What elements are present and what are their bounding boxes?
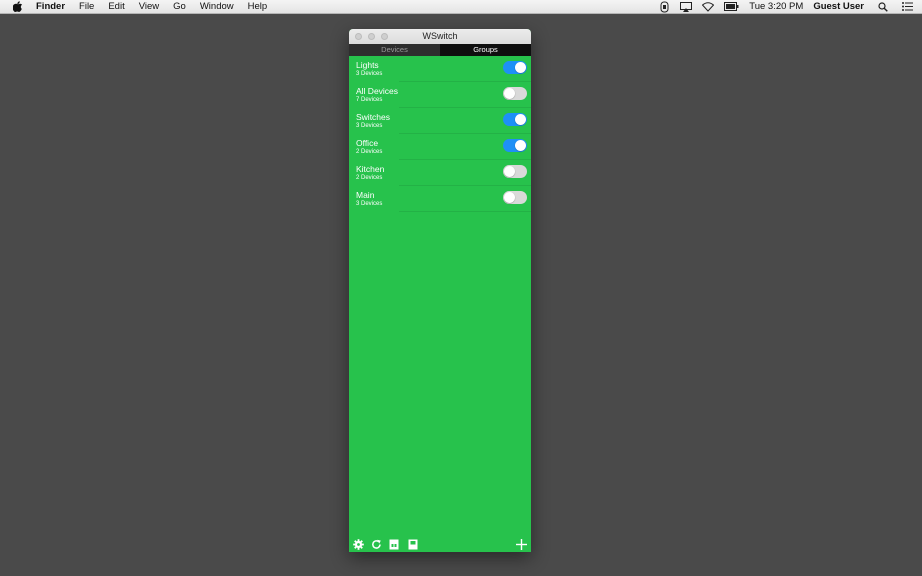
menu-edit[interactable]: Edit bbox=[108, 0, 124, 14]
wswitch-window: WSwitch Devices Groups Lights 3 Devices … bbox=[349, 29, 531, 552]
group-name: Switches bbox=[356, 112, 391, 122]
list-item[interactable]: All Devices 7 Devices bbox=[349, 82, 531, 108]
list-item[interactable]: Office 2 Devices bbox=[349, 134, 531, 160]
group-name: Lights bbox=[356, 60, 379, 70]
group-name: All Devices bbox=[356, 86, 399, 96]
menu-bar: Finder File Edit View Go Window Help Tue… bbox=[0, 0, 922, 14]
group-toggle[interactable] bbox=[503, 113, 527, 126]
refresh-icon[interactable] bbox=[370, 538, 382, 550]
close-button[interactable] bbox=[355, 33, 362, 40]
menu-view[interactable]: View bbox=[139, 0, 159, 14]
window-titlebar[interactable]: WSwitch bbox=[349, 29, 531, 44]
group-name: Office bbox=[356, 138, 379, 148]
device-count: 3 Devices bbox=[356, 201, 383, 207]
window-title: WSwitch bbox=[422, 31, 458, 41]
group-toggle[interactable] bbox=[503, 61, 527, 74]
toggle-knob bbox=[515, 114, 526, 125]
device-alt-icon[interactable] bbox=[407, 538, 419, 550]
toggle-knob bbox=[504, 88, 515, 99]
zoom-button[interactable] bbox=[381, 33, 388, 40]
airplay-icon[interactable] bbox=[679, 0, 693, 14]
bottom-toolbar bbox=[349, 536, 531, 552]
menu-help[interactable]: Help bbox=[248, 0, 268, 14]
tab-devices[interactable]: Devices bbox=[349, 44, 440, 56]
group-toggle[interactable] bbox=[503, 139, 527, 152]
row-separator bbox=[399, 211, 531, 212]
gear-icon[interactable] bbox=[352, 538, 364, 550]
user-menu[interactable]: Guest User bbox=[813, 0, 864, 14]
plus-icon[interactable] bbox=[515, 538, 527, 550]
list-item[interactable]: Main 3 Devices bbox=[349, 186, 531, 212]
battery-icon[interactable] bbox=[723, 0, 739, 14]
device-count: 2 Devices bbox=[356, 149, 383, 155]
list-item[interactable]: Switches 3 Devices bbox=[349, 108, 531, 134]
toggle-knob bbox=[504, 166, 515, 177]
device-icon[interactable] bbox=[388, 538, 400, 550]
clock[interactable]: Tue 3:20 PM bbox=[749, 0, 803, 14]
menu-finder[interactable]: Finder bbox=[36, 0, 65, 14]
group-name: Main bbox=[356, 190, 375, 200]
screen-icon[interactable] bbox=[657, 0, 671, 14]
device-count: 2 Devices bbox=[356, 175, 383, 181]
menu-go[interactable]: Go bbox=[173, 0, 186, 14]
group-toggle[interactable] bbox=[503, 191, 527, 204]
list-item[interactable]: Lights 3 Devices bbox=[349, 56, 531, 82]
toggle-knob bbox=[515, 140, 526, 151]
menu-file[interactable]: File bbox=[79, 0, 94, 14]
group-toggle[interactable] bbox=[503, 87, 527, 100]
tab-groups[interactable]: Groups bbox=[440, 44, 531, 56]
menu-window[interactable]: Window bbox=[200, 0, 234, 14]
device-count: 3 Devices bbox=[356, 71, 383, 77]
wifi-icon[interactable] bbox=[701, 0, 715, 14]
group-list: Lights 3 Devices All Devices 7 Devices S… bbox=[349, 56, 531, 212]
spotlight-icon[interactable] bbox=[876, 0, 890, 14]
group-toggle[interactable] bbox=[503, 165, 527, 178]
group-name: Kitchen bbox=[356, 164, 385, 174]
minimize-button[interactable] bbox=[368, 33, 375, 40]
tab-bar: Devices Groups bbox=[349, 44, 531, 56]
device-count: 3 Devices bbox=[356, 123, 383, 129]
toggle-knob bbox=[504, 192, 515, 203]
apple-icon[interactable] bbox=[12, 0, 24, 14]
list-item[interactable]: Kitchen 2 Devices bbox=[349, 160, 531, 186]
toggle-knob bbox=[515, 62, 526, 73]
device-count: 7 Devices bbox=[356, 97, 383, 103]
notification-center-icon[interactable] bbox=[900, 0, 914, 14]
